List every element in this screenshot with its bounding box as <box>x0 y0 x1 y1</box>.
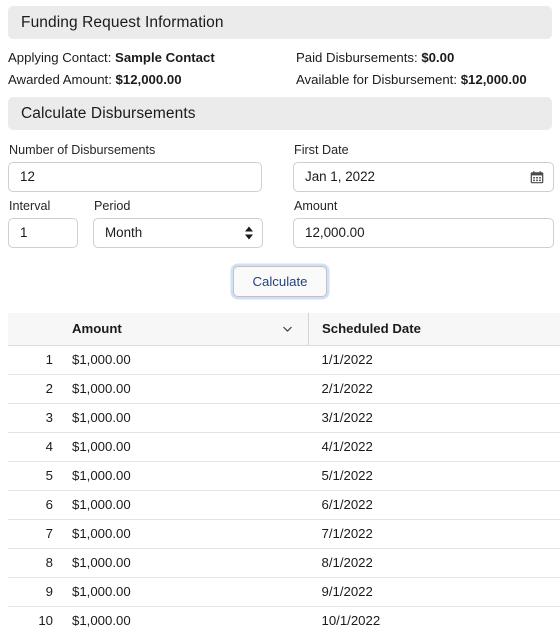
table-row[interactable]: 2 $1,000.00 2/1/2022 <box>8 374 560 404</box>
funding-request-info: Applying Contact: Sample Contact Paid Di… <box>8 46 552 90</box>
row-amount: $1,000.00 <box>64 548 309 578</box>
row-index: 8 <box>8 548 64 578</box>
awarded-amount-value: $12,000.00 <box>115 71 182 87</box>
table-row[interactable]: 1 $1,000.00 1/1/2022 <box>8 345 560 375</box>
info-row: Awarded Amount: $12,000.00 Available for… <box>8 68 552 90</box>
table-row[interactable]: 4 $1,000.00 4/1/2022 <box>8 432 560 462</box>
row-scheduled-date: 3/1/2022 <box>308 403 560 433</box>
table-row[interactable]: 10 $1,000.00 10/1/2022 <box>8 606 560 633</box>
period-label: Period <box>94 199 131 213</box>
amount-input[interactable]: 12,000.00 <box>293 218 554 248</box>
period-stepper-arrows[interactable] <box>245 226 253 240</box>
available-for-disbursement-value: $12,000.00 <box>460 71 527 87</box>
row-scheduled-date: 8/1/2022 <box>308 548 560 578</box>
available-for-disbursement-field: Available for Disbursement: $12,000.00 <box>296 72 527 87</box>
calculate-disbursements-title: Calculate Disbursements <box>21 104 196 122</box>
disbursement-calculator-page: Funding Request Information Applying Con… <box>0 0 560 633</box>
stepper-up-icon[interactable] <box>245 226 253 232</box>
calculate-button[interactable]: Calculate <box>233 266 327 297</box>
row-index: 5 <box>8 461 64 491</box>
chevron-down-icon[interactable] <box>281 322 294 335</box>
stepper-down-icon[interactable] <box>245 234 253 240</box>
amount-label: Amount <box>294 199 338 213</box>
row-index: 4 <box>8 432 64 462</box>
number-of-disbursements-label: Number of Disbursements <box>9 143 156 157</box>
interval-input[interactable]: 1 <box>8 218 78 248</box>
applying-contact-field: Applying Contact: Sample Contact <box>8 50 296 65</box>
awarded-amount-field: Awarded Amount: $12,000.00 <box>8 72 296 87</box>
row-amount: $1,000.00 <box>64 461 309 491</box>
first-date-input[interactable]: Jan 1, 2022 <box>293 162 554 192</box>
number-of-disbursements-value: 12 <box>20 169 35 185</box>
table-header-row: Amount Scheduled Date <box>8 313 560 346</box>
first-date-value: Jan 1, 2022 <box>305 169 375 185</box>
paid-disbursements-field: Paid Disbursements: $0.00 <box>296 50 454 65</box>
row-index: 1 <box>8 345 64 375</box>
row-amount: $1,000.00 <box>64 403 309 433</box>
table-body: 1 $1,000.00 1/1/2022 2 $1,000.00 2/1/2022 3 $1,… <box>8 345 560 633</box>
available-for-disbursement-label: Available for Disbursement: <box>296 71 458 87</box>
period-select[interactable]: Month <box>93 218 263 248</box>
row-amount: $1,000.00 <box>64 606 309 633</box>
calendar-icon[interactable] <box>530 170 544 184</box>
paid-disbursements-value: $0.00 <box>421 49 455 65</box>
row-amount: $1,000.00 <box>64 519 309 549</box>
row-amount: $1,000.00 <box>64 374 309 404</box>
row-index: 6 <box>8 490 64 520</box>
interval-value: 1 <box>20 225 28 241</box>
row-index: 2 <box>8 374 64 404</box>
row-scheduled-date: 1/1/2022 <box>308 345 560 375</box>
interval-label: Interval <box>9 199 51 213</box>
disbursements-table: Amount Scheduled Date 1 $1,000.00 1/1/2022… <box>8 313 560 633</box>
amount-value: 12,000.00 <box>305 225 365 241</box>
row-index: 3 <box>8 403 64 433</box>
row-amount: $1,000.00 <box>64 432 309 462</box>
period-value: Month <box>105 225 143 241</box>
column-header-amount[interactable]: Amount <box>64 313 309 346</box>
row-index: 7 <box>8 519 64 549</box>
row-amount: $1,000.00 <box>64 577 309 607</box>
row-amount: $1,000.00 <box>64 490 309 520</box>
column-header-amount-label: Amount <box>72 321 122 337</box>
funding-request-title: Funding Request Information <box>21 13 224 31</box>
row-scheduled-date: 2/1/2022 <box>308 374 560 404</box>
first-date-label: First Date <box>294 143 349 157</box>
table-row[interactable]: 8 $1,000.00 8/1/2022 <box>8 548 560 578</box>
row-scheduled-date: 10/1/2022 <box>308 606 560 633</box>
row-index: 9 <box>8 577 64 607</box>
row-amount: $1,000.00 <box>64 345 309 375</box>
funding-request-section-header: Funding Request Information <box>8 6 552 39</box>
table-row[interactable]: 6 $1,000.00 6/1/2022 <box>8 490 560 520</box>
applying-contact-value: Sample Contact <box>115 49 215 65</box>
calculate-disbursements-section-header: Calculate Disbursements <box>8 97 552 130</box>
table-row[interactable]: 9 $1,000.00 9/1/2022 <box>8 577 560 607</box>
column-header-scheduled-date[interactable]: Scheduled Date <box>308 313 560 346</box>
table-row[interactable]: 5 $1,000.00 5/1/2022 <box>8 461 560 491</box>
info-row: Applying Contact: Sample Contact Paid Di… <box>8 46 552 68</box>
paid-disbursements-label: Paid Disbursements: <box>296 49 418 65</box>
row-scheduled-date: 5/1/2022 <box>308 461 560 491</box>
awarded-amount-label: Awarded Amount: <box>8 71 112 87</box>
column-header-index <box>8 313 64 346</box>
row-index: 10 <box>8 606 64 633</box>
row-scheduled-date: 6/1/2022 <box>308 490 560 520</box>
table-row[interactable]: 7 $1,000.00 7/1/2022 <box>8 519 560 549</box>
row-scheduled-date: 4/1/2022 <box>308 432 560 462</box>
row-scheduled-date: 9/1/2022 <box>308 577 560 607</box>
number-of-disbursements-input[interactable]: 12 <box>8 162 262 192</box>
applying-contact-label: Applying Contact: <box>8 49 112 65</box>
table-row[interactable]: 3 $1,000.00 3/1/2022 <box>8 403 560 433</box>
row-scheduled-date: 7/1/2022 <box>308 519 560 549</box>
